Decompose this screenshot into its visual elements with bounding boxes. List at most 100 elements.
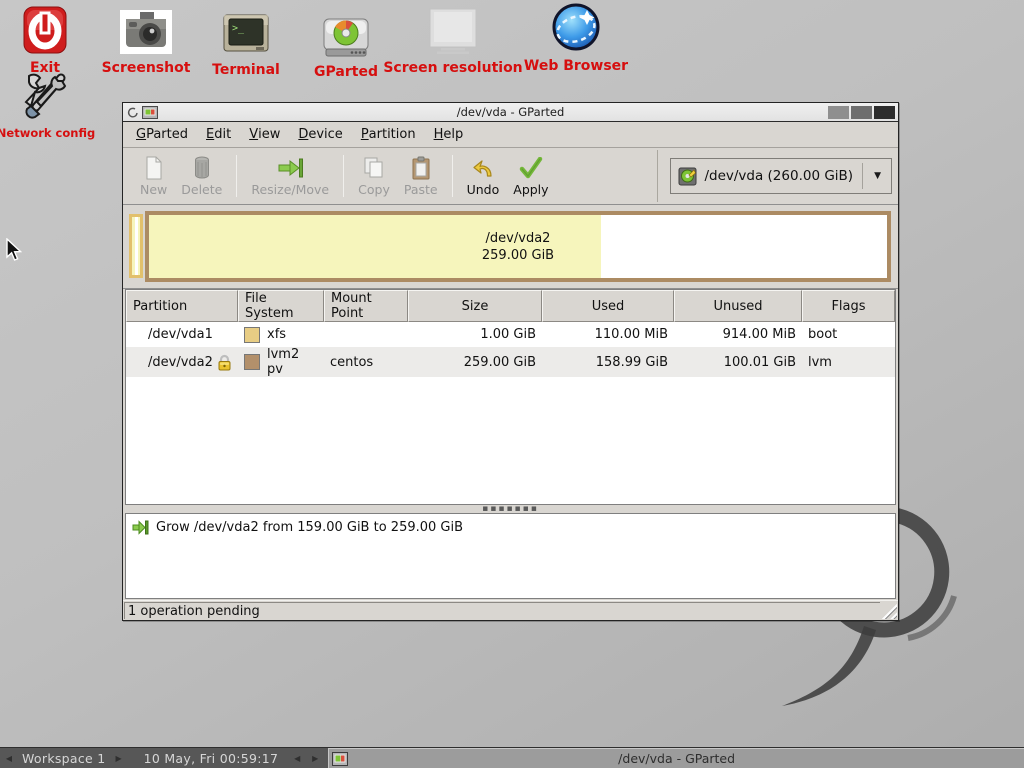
table-header: Partition File System Mount Point Size U…: [126, 290, 895, 322]
row-used: 158.99 GiB: [596, 355, 668, 370]
vda2-size: 259.00 GiB: [149, 247, 887, 264]
col-size[interactable]: Size: [408, 290, 542, 322]
workspace-next-icon[interactable]: ▶: [110, 754, 128, 763]
apply-button-label: Apply: [513, 182, 548, 197]
close-button[interactable]: [874, 106, 895, 119]
paste-button[interactable]: Paste: [397, 153, 445, 200]
desktop-icon-label: Screenshot: [102, 60, 191, 76]
toolbar-separator: [343, 155, 344, 197]
undo-button[interactable]: Undo: [460, 153, 507, 200]
partition-visual-vda2[interactable]: /dev/vda2 259.00 GiB: [145, 211, 891, 282]
device-drive-icon: [678, 167, 697, 186]
paste-icon: [411, 156, 431, 180]
operations-pane: Grow /dev/vda2 from 159.00 GiB to 259.00…: [125, 513, 896, 599]
apply-check-icon: [519, 156, 543, 180]
pane-splitter[interactable]: ▪▪▪▪▪▪▪: [123, 505, 898, 513]
resize-move-button[interactable]: Resize/Move: [244, 153, 336, 200]
col-unused[interactable]: Unused: [674, 290, 802, 322]
toolbar: New Delete Resize/Move Copy: [123, 148, 898, 205]
toolbar-separator: [452, 155, 453, 197]
menu-view[interactable]: View: [240, 122, 289, 147]
copy-button-label: Copy: [358, 182, 390, 197]
grow-operation-icon: [132, 520, 149, 535]
workspace-prev-icon[interactable]: ◀: [0, 754, 18, 763]
menu-gparted[interactable]: GParted: [127, 122, 197, 147]
titlebar[interactable]: /dev/vda - GParted: [123, 103, 898, 122]
row-filesystem: xfs: [267, 327, 286, 342]
new-partition-icon: [144, 156, 164, 180]
task-label: /dev/vda - GParted: [329, 751, 1024, 766]
taskbar-task-gparted[interactable]: /dev/vda - GParted: [328, 748, 1024, 768]
filesystem-color-swatch: [244, 354, 260, 370]
device-selector[interactable]: /dev/vda (260.00 GiB) ▼: [670, 158, 892, 194]
partition-table: Partition File System Mount Point Size U…: [125, 289, 896, 505]
paste-button-label: Paste: [404, 182, 438, 197]
window-title: /dev/vda - GParted: [123, 105, 898, 119]
gparted-disk-icon: [322, 8, 370, 58]
row-filesystem: lvm2 pv: [267, 347, 318, 377]
copy-icon: [363, 156, 385, 180]
lock-icon: [217, 354, 232, 371]
svg-text:>_: >_: [232, 23, 245, 34]
desktop-icon-label: GParted: [314, 64, 378, 80]
menu-edit[interactable]: Edit: [197, 122, 240, 147]
task-next-icon[interactable]: ▶: [306, 754, 324, 763]
resize-move-button-label: Resize/Move: [251, 182, 329, 197]
minimize-button[interactable]: [828, 106, 849, 119]
new-button[interactable]: New: [133, 153, 174, 200]
desktop-icon-web-browser[interactable]: Web Browser: [516, 2, 636, 74]
globe-icon: [551, 2, 601, 52]
menu-partition[interactable]: Partition: [352, 122, 425, 147]
desktop-icon-network-config[interactable]: Network config: [0, 70, 106, 140]
operation-text: Grow /dev/vda2 from 159.00 GiB to 259.00…: [156, 520, 463, 535]
menu-help[interactable]: Help: [425, 122, 473, 147]
desktop-icon-label: Terminal: [212, 62, 280, 78]
col-flags[interactable]: Flags: [802, 290, 895, 322]
tools-icon: [21, 70, 71, 120]
vda2-name: /dev/vda2: [149, 230, 887, 247]
chevron-down-icon: ▼: [870, 171, 885, 181]
desktop-icon-screen-resolution[interactable]: Screen resolution: [393, 4, 513, 76]
row-size: 259.00 GiB: [464, 355, 536, 370]
terminal-icon: >_: [223, 6, 269, 56]
menubar: GParted Edit View Device Partition Help: [123, 122, 898, 148]
row-flags: boot: [808, 327, 837, 342]
monitor-icon: [427, 4, 479, 54]
undo-button-label: Undo: [467, 182, 500, 197]
copy-button[interactable]: Copy: [351, 153, 397, 200]
row-partition-name: /dev/vda2: [148, 355, 213, 370]
power-icon: [21, 4, 69, 54]
taskbar: ◀ Workspace 1 ▶ 10 May, Fri 00:59:17 ◀ ▶…: [0, 747, 1024, 768]
filesystem-color-swatch: [244, 327, 260, 343]
task-prev-icon[interactable]: ◀: [288, 754, 306, 763]
partition-visual-vda1[interactable]: [129, 214, 143, 278]
maximize-button[interactable]: [851, 106, 872, 119]
clock: 10 May, Fri 00:59:17: [140, 751, 283, 766]
col-partition[interactable]: Partition: [126, 290, 238, 322]
col-filesystem[interactable]: File System: [238, 290, 324, 322]
combo-separator: [862, 163, 863, 189]
col-used[interactable]: Used: [542, 290, 674, 322]
menu-device[interactable]: Device: [289, 122, 351, 147]
operation-item: Grow /dev/vda2 from 159.00 GiB to 259.00…: [132, 520, 889, 535]
table-row-vda1[interactable]: /dev/vda1 xfs 1.00 GiB 110.00 MiB 914.00…: [126, 322, 895, 347]
splitter-grip: ▪▪▪▪▪▪▪: [482, 506, 539, 512]
camera-icon: [120, 4, 172, 54]
toolbar-separator: [236, 155, 237, 197]
row-unused: 100.01 GiB: [724, 355, 796, 370]
apply-button[interactable]: Apply: [506, 153, 555, 200]
delete-button-label: Delete: [181, 182, 222, 197]
status-text: 1 operation pending: [128, 604, 260, 619]
row-partition-name: /dev/vda1: [148, 327, 213, 342]
desktop-icon-label: Network config: [0, 126, 95, 140]
disk-visual-area: /dev/vda2 259.00 GiB: [123, 205, 898, 289]
workspace-label: Workspace 1: [18, 751, 110, 766]
row-flags: lvm: [808, 355, 832, 370]
desktop-icon-label: Screen resolution: [383, 60, 522, 76]
delete-button[interactable]: Delete: [174, 153, 229, 200]
desktop: Exit Screenshot >_: [0, 0, 1024, 768]
table-row-vda2[interactable]: /dev/vda2 lvm2 pv centos 259: [126, 347, 895, 377]
col-mountpoint[interactable]: Mount Point: [324, 290, 408, 322]
resize-grip[interactable]: [881, 603, 897, 619]
row-size: 1.00 GiB: [480, 327, 536, 342]
